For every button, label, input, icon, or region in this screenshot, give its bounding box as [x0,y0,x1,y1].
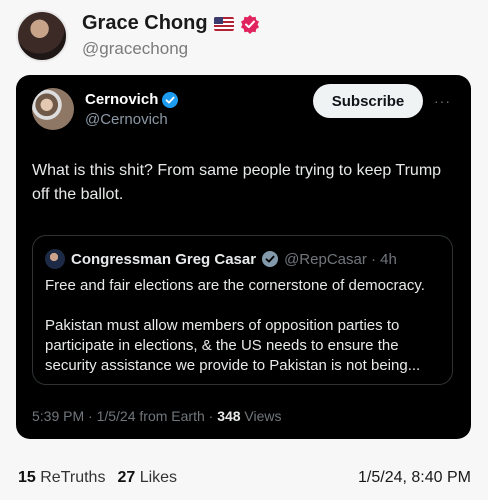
views-label: Views [240,408,282,424]
retruths-stat[interactable]: 15 ReTruths [18,469,105,487]
embedded-author-name-row: Cernovich [85,91,179,108]
gray-verified-icon [262,251,279,267]
post-footer: 15 ReTruths 27 Likes 1/5/24, 8:40 PM [18,469,471,487]
more-options-icon[interactable]: ··· [434,93,451,109]
post-meta: 5:39 PM · 1/5/24 from Earth · 348 Views [32,408,282,424]
us-flag-icon [213,16,234,31]
retruths-label: ReTruths [40,469,106,486]
likes-count: 27 [117,469,136,486]
likes-stat[interactable]: 27 Likes [117,469,177,487]
name-row: Grace Chong [82,12,260,35]
engagement-stats: 15 ReTruths 27 Likes [18,469,177,487]
avatar[interactable] [16,10,68,62]
likes-label: Likes [139,469,178,486]
profile-names: Grace Chong @gracechong [82,12,260,59]
verified-badge-icon [240,14,260,34]
embedded-author: Cernovich @Cernovich [85,91,179,128]
subscribe-button[interactable]: Subscribe [313,84,423,118]
embedded-post-card[interactable]: Cernovich @Cernovich Subscribe ··· What … [16,75,471,439]
embedded-post-text: What is this shit? From same people tryi… [32,162,442,203]
quoted-paragraph-1: Free and fair elections are the cornerst… [45,277,425,294]
embedded-author-name[interactable]: Cernovich [85,91,158,108]
post-time-source: 5:39 PM · 1/5/24 from Earth · [32,408,218,424]
quoted-post-text: Free and fair elections are the cornerst… [45,276,443,396]
embedded-author-handle[interactable]: @Cernovich [85,111,178,128]
quoted-author-avatar[interactable] [45,249,65,269]
verified-check-icon [162,91,179,108]
post-date[interactable]: 1/5/24, 8:40 PM [358,469,471,487]
display-name[interactable]: Grace Chong [82,12,208,35]
post-header: Grace Chong @gracechong [16,10,260,62]
user-handle[interactable]: @gracechong [82,39,260,59]
embedded-author-avatar[interactable] [32,88,74,130]
quoted-author-name[interactable]: Congressman Greg Casar [71,251,256,268]
quoted-post-header: Congressman Greg Casar @RepCasar · 4h [45,249,397,269]
quoted-post[interactable]: Congressman Greg Casar @RepCasar · 4h Fr… [32,235,453,385]
quoted-handle-time: @RepCasar · 4h [284,250,397,268]
quoted-paragraph-2: Pakistan must allow members of oppositio… [45,317,421,374]
retruths-count: 15 [18,469,36,486]
views-count[interactable]: 348 [217,408,240,424]
